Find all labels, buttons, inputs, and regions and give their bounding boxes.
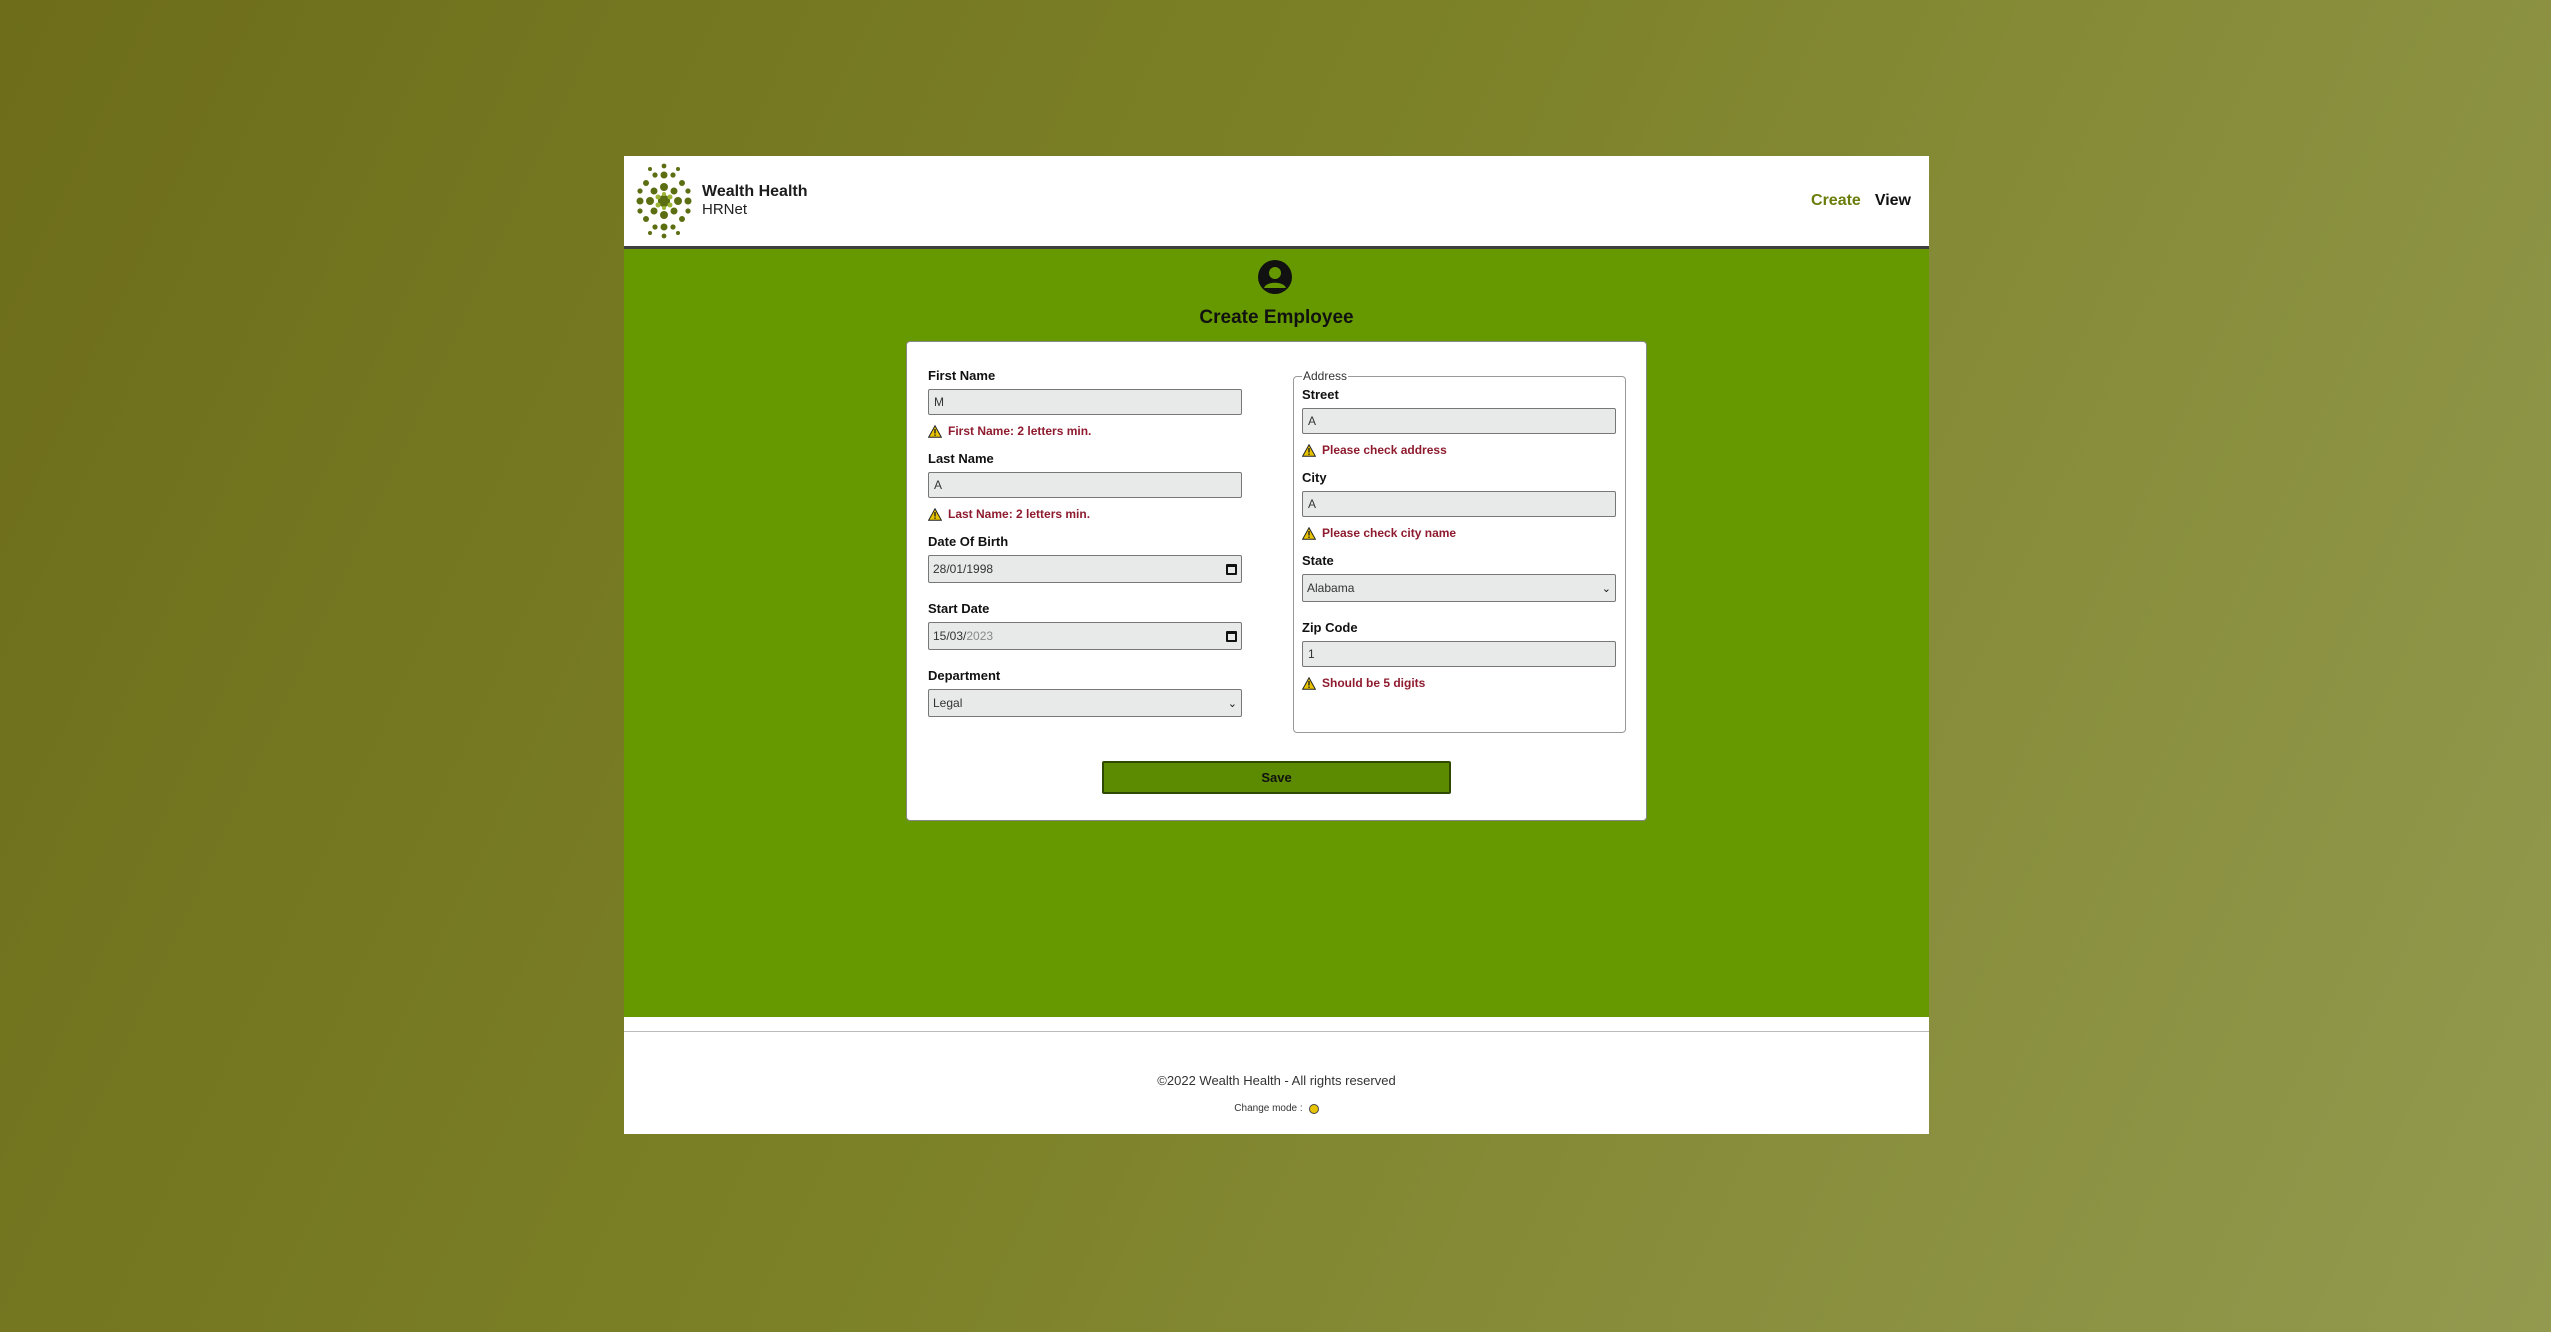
mode-switcher: Change mode :: [624, 1103, 1929, 1114]
logo-icon: [636, 163, 692, 239]
calendar-icon[interactable]: [1226, 563, 1237, 575]
footer: ©2022 Wealth Health - All rights reserve…: [624, 1017, 1929, 1134]
start-date-label: Start Date: [928, 601, 990, 616]
calendar-icon[interactable]: [1226, 630, 1237, 642]
city-input[interactable]: [1302, 491, 1616, 517]
copyright-text: ©2022 Wealth Health - All rights reserve…: [1157, 1073, 1396, 1088]
warning-icon: [1302, 676, 1316, 690]
mode-label: Change mode :: [1234, 1103, 1303, 1114]
zip-error: Should be 5 digits: [1302, 673, 1618, 693]
state-value: Alabama: [1307, 581, 1355, 595]
dob-input[interactable]: 28/01/1998: [928, 555, 1242, 583]
footer-divider: [624, 1031, 1929, 1032]
street-error: Please check address: [1302, 440, 1618, 460]
zip-label: Zip Code: [1302, 620, 1358, 635]
personal-info-column: First Name First Name: 2 letters min. La…: [928, 368, 1244, 717]
street-label: Street: [1302, 387, 1339, 402]
brand-name: Wealth Health: [702, 183, 808, 200]
page-title: Create Employee: [1199, 307, 1354, 328]
chevron-down-icon: ⌄: [1227, 697, 1237, 710]
zip-error-text: Should be 5 digits: [1322, 676, 1426, 690]
user-avatar-icon: [1258, 260, 1292, 294]
create-employee-form: First Name First Name: 2 letters min. La…: [906, 341, 1647, 821]
department-label: Department: [928, 668, 1001, 683]
street-error-text: Please check address: [1322, 443, 1447, 457]
state-select[interactable]: Alabama ⌄: [1302, 574, 1616, 602]
nav-create-link[interactable]: Create: [1811, 192, 1861, 210]
start-date-value: 15/03/2023: [933, 629, 994, 643]
street-input[interactable]: [1302, 408, 1616, 434]
warning-icon: [928, 507, 942, 521]
first-name-error: First Name: 2 letters min.: [928, 421, 1244, 441]
first-name-error-text: First Name: 2 letters min.: [948, 424, 1092, 438]
warning-icon: [1302, 443, 1316, 457]
city-error: Please check city name: [1302, 523, 1618, 543]
theme-toggle-icon[interactable]: [1308, 1103, 1319, 1114]
brand[interactable]: Wealth Health HRNet: [632, 161, 808, 241]
header: Wealth Health HRNet Create View: [624, 156, 1929, 249]
brand-subtitle: HRNet: [702, 201, 748, 218]
warning-icon: [1302, 526, 1316, 540]
first-name-label: First Name: [928, 368, 996, 383]
last-name-input[interactable]: [928, 472, 1242, 498]
last-name-label: Last Name: [928, 451, 994, 466]
city-error-text: Please check city name: [1322, 526, 1457, 540]
app-window: Wealth Health HRNet Create View Create E…: [624, 156, 1929, 1134]
first-name-input[interactable]: [928, 389, 1242, 415]
zip-input[interactable]: [1302, 641, 1616, 667]
last-name-error-text: Last Name: 2 letters min.: [948, 507, 1091, 521]
main-nav: Create View: [1811, 192, 1911, 210]
nav-view-link[interactable]: View: [1875, 192, 1911, 210]
start-date-input[interactable]: 15/03/2023: [928, 622, 1242, 650]
address-legend: Address: [1302, 369, 1349, 383]
dob-label: Date Of Birth: [928, 534, 1009, 549]
state-label: State: [1302, 553, 1334, 568]
chevron-down-icon: ⌄: [1601, 582, 1611, 595]
city-label: City: [1302, 470, 1327, 485]
department-select[interactable]: Legal ⌄: [928, 689, 1242, 717]
dob-value: 28/01/1998: [933, 562, 994, 576]
department-value: Legal: [933, 696, 963, 710]
main-content: Create Employee First Name First Name: 2…: [624, 249, 1929, 1017]
last-name-error: Last Name: 2 letters min.: [928, 504, 1244, 524]
warning-icon: [928, 424, 942, 438]
address-fieldset: Address Street Please check address City…: [1293, 369, 1626, 733]
save-button[interactable]: Save: [1102, 761, 1451, 794]
